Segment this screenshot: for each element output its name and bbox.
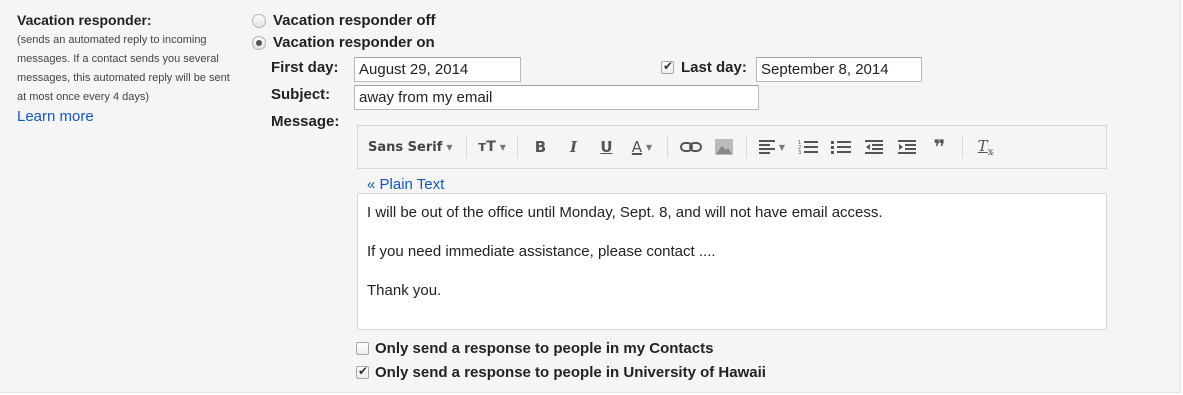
chevron-down-icon: ▼ (778, 142, 786, 152)
section-description: (sends an automated reply to incoming me… (17, 31, 242, 107)
responder-on-radio[interactable] (252, 35, 266, 50)
italic-icon: I (569, 138, 578, 156)
contacts-only-checkbox[interactable] (356, 342, 369, 355)
chevron-down-icon: ▼ (646, 142, 653, 152)
formatting-toolbar: Sans Serif ▼ ᴛT ▼ B I U A ▼ ▼ 123 ❞ Tx (357, 125, 1107, 169)
description-line: messages, this automated reply will be s… (17, 72, 230, 84)
section-title: Vacation responder: (17, 12, 152, 28)
bulleted-list-icon (830, 141, 851, 154)
subject-input[interactable] (354, 85, 759, 110)
toolbar-divider (962, 136, 963, 158)
svg-text:3: 3 (798, 150, 801, 155)
contacts-only-option[interactable]: Only send a response to people in my Con… (356, 340, 713, 357)
link-button[interactable] (674, 133, 707, 161)
toolbar-divider (517, 136, 518, 158)
underline-icon: U (600, 138, 613, 156)
remove-formatting-button[interactable]: Tx (969, 133, 1002, 161)
responder-off-label: Vacation responder off (273, 12, 436, 29)
chevron-down-icon: ▼ (499, 142, 506, 152)
section-header: Vacation responder: (sends an automated … (17, 12, 242, 125)
description-line: at most once every 4 days) (17, 91, 150, 103)
text-size-icon: ᴛT (478, 139, 496, 155)
subject-label: Subject: (271, 86, 331, 103)
italic-button[interactable]: I (557, 133, 590, 161)
contacts-only-label: Only send a response to people in my Con… (375, 340, 714, 357)
align-icon (758, 140, 775, 154)
toolbar-divider (466, 136, 467, 158)
numbered-list-button[interactable]: 123 (791, 133, 824, 161)
underline-button[interactable]: U (590, 133, 623, 161)
responder-on-label: Vacation responder on (273, 34, 435, 51)
last-day-label: Last day: (681, 59, 747, 76)
toolbar-divider (667, 136, 668, 158)
last-day-checkbox[interactable] (661, 59, 674, 74)
domain-only-checkbox[interactable] (356, 364, 369, 379)
indent-less-icon (864, 140, 883, 154)
domain-only-label: Only send a response to people in Univer… (375, 364, 766, 381)
message-paragraph: I will be out of the office until Monday… (367, 204, 883, 221)
description-line: messages. If a contact sends you several (17, 53, 219, 65)
chevron-down-icon: ▼ (446, 142, 453, 152)
last-day-group: Last day: (661, 59, 747, 76)
first-day-input[interactable] (354, 57, 521, 82)
description-line: (sends an automated reply to incoming (17, 34, 207, 46)
message-label: Message: (271, 113, 340, 130)
bold-icon: B (534, 138, 547, 156)
align-button[interactable]: ▼ (753, 133, 791, 161)
bold-button[interactable]: B (524, 133, 557, 161)
image-icon (714, 139, 733, 155)
link-icon (679, 142, 702, 152)
bulleted-list-button[interactable] (824, 133, 857, 161)
font-family-value: Sans Serif (368, 139, 443, 155)
quote-button[interactable]: ❞ (923, 133, 956, 161)
vacation-responder-panel: Vacation responder: (sends an automated … (0, 0, 1181, 393)
message-editor[interactable]: I will be out of the office until Monday… (357, 193, 1107, 330)
responder-off-option[interactable]: Vacation responder off (252, 12, 436, 29)
first-day-label: First day: (271, 59, 339, 76)
text-size-button[interactable]: ᴛT ▼ (473, 133, 511, 161)
indent-more-button[interactable] (890, 133, 923, 161)
responder-off-radio[interactable] (252, 13, 266, 28)
text-color-button[interactable]: A ▼ (623, 133, 661, 161)
message-paragraph: Thank you. (367, 282, 442, 299)
image-button[interactable] (707, 133, 740, 161)
learn-more-link[interactable]: Learn more (17, 108, 242, 125)
last-day-input[interactable] (756, 57, 922, 82)
message-paragraph: If you need immediate assistance, please… (367, 243, 716, 260)
numbered-list-icon: 123 (798, 140, 818, 155)
remove-formatting-icon: Tx (977, 136, 994, 158)
quote-icon: ❞ (933, 135, 946, 159)
responder-on-option[interactable]: Vacation responder on (252, 34, 435, 51)
indent-more-icon (897, 140, 916, 154)
domain-only-option[interactable]: Only send a response to people in Univer… (356, 364, 766, 381)
toolbar-divider (746, 136, 747, 158)
plain-text-link[interactable]: « Plain Text (367, 176, 444, 193)
text-color-icon: A (631, 138, 643, 156)
font-family-select[interactable]: Sans Serif ▼ (368, 133, 460, 161)
indent-less-button[interactable] (857, 133, 890, 161)
